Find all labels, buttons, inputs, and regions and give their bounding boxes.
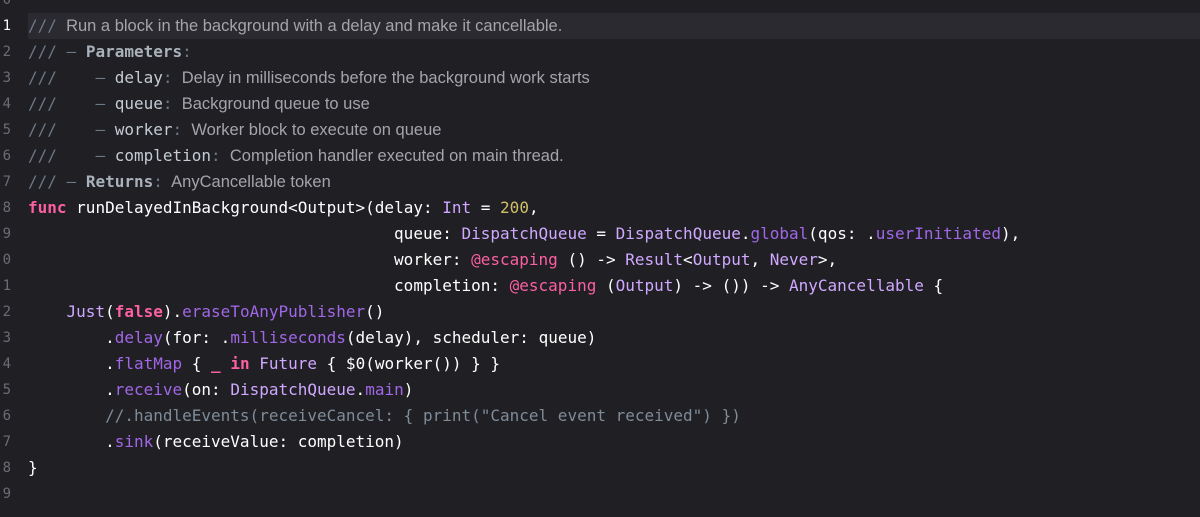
- line-number: 9: [2, 226, 11, 242]
- doc-param-desc: Worker block to execute on queue: [191, 121, 442, 139]
- code-line[interactable]: /// – Returns: AnyCancellable token: [28, 169, 1200, 195]
- code-line[interactable]: worker: @escaping () -> Result<Output, N…: [28, 247, 1200, 273]
- doc-param-name: delay: [114, 68, 163, 87]
- code-line[interactable]: .receive(on: DispatchQueue.main): [28, 377, 1200, 403]
- code-line[interactable]: //.handleEvents(receiveCancel: { print("…: [28, 403, 1200, 429]
- code-line[interactable]: /// – delay: Delay in milliseconds befor…: [28, 65, 1200, 91]
- number-literal: 200: [500, 198, 529, 217]
- line-number-gutter: 0 1 2 3 4 5 6 7 8 9 0 1 2 3 4 5 6 7 8 9: [0, 0, 18, 517]
- doc-returns-label: Returns: [85, 172, 154, 191]
- line-number: 4: [2, 356, 11, 372]
- line-number: 5: [2, 382, 11, 398]
- function-name: runDelayedInBackground: [76, 198, 289, 217]
- code-text-area[interactable]: /// Run a block in the background with a…: [28, 0, 1200, 517]
- doc-param-name: worker: [114, 120, 173, 139]
- code-comment: //.handleEvents(receiveCancel: { print("…: [105, 406, 741, 425]
- doc-param-desc: Background queue to use: [181, 95, 370, 113]
- line-number: 6: [2, 148, 11, 164]
- code-line[interactable]: Just(false).eraseToAnyPublisher(): [28, 299, 1200, 325]
- line-number: 1: [2, 278, 11, 294]
- line-number: 7: [2, 174, 11, 190]
- line-number: 3: [2, 330, 11, 346]
- line-number: 4: [2, 96, 11, 112]
- line-number: 8: [2, 460, 11, 476]
- code-line[interactable]: .flatMap { _ in Future { $0(worker()) } …: [28, 351, 1200, 377]
- line-number: 7: [2, 434, 11, 450]
- line-number: 2: [2, 304, 11, 320]
- code-line-current[interactable]: /// Run a block in the background with a…: [28, 13, 1200, 39]
- line-number: 0: [2, 252, 11, 268]
- doc-param-desc: Delay in milliseconds before the backgro…: [181, 69, 590, 87]
- code-line[interactable]: completion: @escaping (Output) -> ()) ->…: [28, 273, 1200, 299]
- doc-param-name: queue: [114, 94, 163, 113]
- line-number: 6: [2, 408, 11, 424]
- code-line[interactable]: func runDelayedInBackground<Output>(dela…: [28, 195, 1200, 221]
- code-line[interactable]: .sink(receiveValue: completion): [28, 429, 1200, 455]
- line-number: 3: [2, 70, 11, 86]
- code-editor[interactable]: 0 1 2 3 4 5 6 7 8 9 0 1 2 3 4 5 6 7 8 9 …: [0, 0, 1200, 517]
- doc-param-name: completion: [114, 146, 212, 165]
- code-line[interactable]: }: [28, 455, 1200, 481]
- line-number: 0: [2, 0, 11, 8]
- code-line[interactable]: /// – worker: Worker block to execute on…: [28, 117, 1200, 143]
- code-line[interactable]: queue: DispatchQueue = DispatchQueue.glo…: [28, 221, 1200, 247]
- code-line[interactable]: /// – Parameters:: [28, 39, 1200, 65]
- line-number: 2: [2, 44, 11, 60]
- doc-returns-desc: AnyCancellable token: [171, 173, 331, 191]
- doc-param-desc: Completion handler executed on main thre…: [229, 147, 564, 165]
- code-line[interactable]: /// – queue: Background queue to use: [28, 91, 1200, 117]
- keyword: func: [28, 198, 67, 217]
- line-number: 9: [2, 486, 11, 502]
- line-number: 1: [2, 18, 11, 34]
- line-number: 8: [2, 200, 11, 216]
- code-line[interactable]: .delay(for: .milliseconds(delay), schedu…: [28, 325, 1200, 351]
- line-number: 5: [2, 122, 11, 138]
- doc-summary: Run a block in the background with a del…: [66, 17, 563, 35]
- code-line[interactable]: /// – completion: Completion handler exe…: [28, 143, 1200, 169]
- doc-parameters-label: Parameters: [85, 42, 183, 61]
